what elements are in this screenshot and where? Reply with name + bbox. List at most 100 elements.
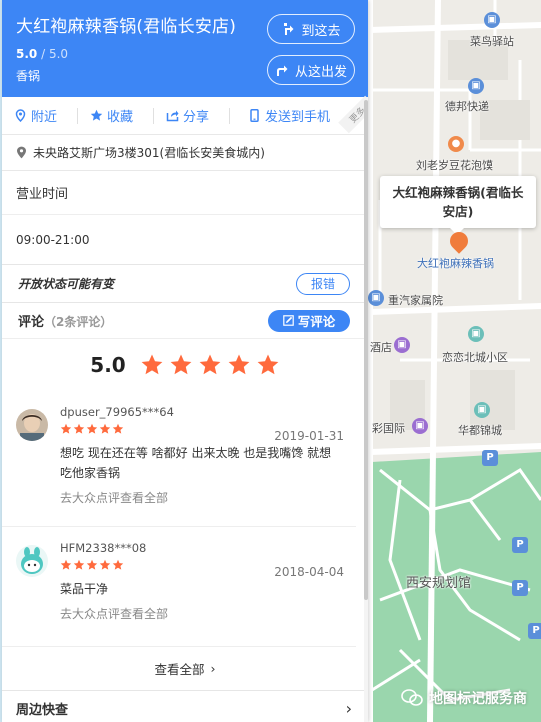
residence-icon[interactable]: ▣ bbox=[368, 290, 384, 306]
address-row[interactable]: 未央路艾斯广场3楼301(君临长安美食城内) bbox=[2, 135, 368, 171]
nearby-search-label: 周边快查 bbox=[16, 702, 69, 718]
panel-header: 大红袍麻辣香锅(君临长安店) 5.0 / 5.0 香锅 到这去 从这出发 bbox=[2, 0, 368, 97]
star-icon bbox=[90, 109, 103, 121]
place-detail-panel: 大红袍麻辣香锅(君临长安店) 5.0 / 5.0 香锅 到这去 从这出发 附近 … bbox=[2, 0, 368, 722]
user-photo-icon bbox=[16, 409, 48, 441]
review-text: 想吃 现在还在等 啥都好 出来太晚 也是我嘴馋 就想吃他家香锅 bbox=[60, 446, 332, 480]
route-from-icon bbox=[276, 65, 288, 76]
poi-cainiao[interactable]: 菜鸟驿站 bbox=[470, 33, 514, 49]
review-user[interactable]: HFM2338***08 bbox=[60, 541, 340, 555]
write-review-button[interactable]: 写评论 bbox=[268, 309, 350, 332]
watermark: 地图标记服务商 bbox=[401, 688, 527, 708]
review-item: HFM2338***08 菜品干净 去大众点评查看全部 2018-04-04 bbox=[2, 527, 356, 647]
route-to-button[interactable]: 到这去 bbox=[267, 14, 355, 44]
divider bbox=[77, 107, 79, 124]
review-source-link[interactable]: 去大众点评查看全部 bbox=[60, 605, 340, 622]
star-icon bbox=[257, 354, 279, 375]
star-icon bbox=[141, 354, 163, 375]
share-icon bbox=[166, 110, 179, 122]
review-count: （2条评论） bbox=[44, 315, 113, 329]
poi-debang[interactable]: 德邦快递 bbox=[445, 98, 489, 114]
star-icon bbox=[99, 423, 111, 434]
send-to-phone-label: 发送到手机 bbox=[265, 110, 331, 125]
star-icon bbox=[60, 423, 72, 434]
review-body: HFM2338***08 菜品干净 去大众点评查看全部 bbox=[60, 541, 340, 622]
wechat-icon bbox=[401, 689, 423, 706]
hours-heading: 营业时间 bbox=[2, 171, 368, 215]
review-header: 评论（2条评论） 写评论 bbox=[2, 303, 368, 339]
overall-score-row: 5.0 bbox=[2, 339, 368, 391]
see-all-button[interactable]: 查看全部 › bbox=[2, 647, 368, 691]
poi-zhongqi[interactable]: 重汽家属院 bbox=[388, 292, 443, 308]
send-to-phone-button[interactable]: 发送到手机 bbox=[248, 106, 330, 125]
nearby-search-row[interactable]: 周边快查 › bbox=[2, 691, 368, 722]
star-icon bbox=[73, 559, 85, 570]
review-body: dpuser_79965***64 想吃 现在还在等 啥都好 出来太晚 也是我嘴… bbox=[60, 405, 340, 506]
chevron-right-icon: › bbox=[210, 661, 216, 676]
review-text: 菜品干净 bbox=[60, 582, 109, 596]
review-list: dpuser_79965***64 想吃 现在还在等 啥都好 出来太晚 也是我嘴… bbox=[2, 391, 368, 647]
star-icon bbox=[99, 559, 111, 570]
star-icon bbox=[60, 559, 72, 570]
rating-total: / 5.0 bbox=[41, 47, 69, 61]
review-source-link[interactable]: 去大众点评查看全部 bbox=[60, 489, 340, 506]
divider bbox=[153, 107, 155, 124]
watermark-text: 地图标记服务商 bbox=[429, 691, 527, 707]
parking-icon-2[interactable]: P bbox=[512, 537, 528, 553]
star-icon bbox=[228, 354, 250, 375]
building-icon[interactable]: ▣ bbox=[412, 418, 428, 434]
share-button[interactable]: 分享 bbox=[166, 106, 209, 125]
parcel-station-icon[interactable]: ▣ bbox=[484, 12, 500, 28]
report-error-button[interactable]: 报错 bbox=[296, 272, 350, 295]
location-pin-icon bbox=[15, 109, 26, 122]
review-date: 2019-01-31 bbox=[274, 429, 344, 443]
action-bar: 附近 收藏 分享 发送到手机 更多 bbox=[2, 95, 368, 135]
hotel-icon[interactable]: ▣ bbox=[394, 337, 410, 353]
poi-guihuaguan[interactable]: 西安规划馆 bbox=[406, 572, 471, 591]
address-pin-icon bbox=[17, 146, 26, 159]
write-review-label: 写评论 bbox=[297, 314, 336, 329]
poi-hotel[interactable]: 酒店 bbox=[370, 339, 392, 355]
review-item: dpuser_79965***64 想吃 现在还在等 啥都好 出来太晚 也是我嘴… bbox=[2, 391, 356, 527]
share-label: 分享 bbox=[183, 110, 210, 125]
poi-huadu[interactable]: 华都锦城 bbox=[458, 422, 502, 438]
parking-icon-3[interactable]: P bbox=[512, 580, 528, 596]
review-date: 2018-04-04 bbox=[274, 565, 344, 579]
map-callout[interactable]: 大红袍麻辣香锅(君临长安店) bbox=[380, 176, 536, 235]
phone-icon bbox=[250, 109, 259, 122]
nearby-button[interactable]: 附近 bbox=[14, 106, 57, 125]
user-avatar-icon bbox=[16, 545, 48, 577]
express-icon[interactable]: ▣ bbox=[468, 78, 484, 94]
hours-value: 09:00-21:00 bbox=[2, 215, 368, 265]
route-to-icon bbox=[284, 23, 294, 35]
poi-lianlian[interactable]: 恋恋北城小区 bbox=[442, 349, 508, 365]
star-icon bbox=[73, 423, 85, 434]
status-note: 开放状态可能有变 bbox=[18, 277, 115, 291]
route-from-label: 从这出发 bbox=[294, 64, 347, 80]
overall-stars bbox=[140, 353, 280, 377]
avatar[interactable] bbox=[16, 545, 48, 577]
review-label: 评论 bbox=[18, 315, 45, 330]
marker-label[interactable]: 大红袍麻辣香锅 bbox=[417, 255, 494, 271]
community-icon-2[interactable]: ▣ bbox=[474, 402, 490, 418]
restaurant-icon[interactable]: ● bbox=[448, 136, 464, 152]
poi-caiguoji[interactable]: 彩国际 bbox=[372, 420, 405, 436]
avatar[interactable] bbox=[16, 409, 48, 441]
star-icon bbox=[112, 559, 124, 570]
star-icon bbox=[86, 423, 98, 434]
favorite-button[interactable]: 收藏 bbox=[90, 106, 133, 125]
chevron-right-icon: › bbox=[345, 698, 352, 718]
edit-icon bbox=[282, 315, 294, 326]
route-from-button[interactable]: 从这出发 bbox=[267, 55, 355, 85]
nearby-label: 附近 bbox=[31, 110, 58, 125]
community-icon[interactable]: ▣ bbox=[468, 326, 484, 342]
star-icon bbox=[199, 354, 221, 375]
divider bbox=[229, 107, 231, 124]
review-user[interactable]: dpuser_79965***64 bbox=[60, 405, 340, 419]
parking-icon-4[interactable]: P bbox=[528, 623, 541, 639]
scrollbar-thumb[interactable] bbox=[364, 100, 368, 600]
route-to-label: 到这去 bbox=[301, 23, 341, 39]
parking-icon[interactable]: P bbox=[482, 450, 498, 466]
favorite-label: 收藏 bbox=[107, 110, 134, 125]
poi-liulaoer[interactable]: 刘老岁豆花泡馍 bbox=[416, 157, 493, 173]
